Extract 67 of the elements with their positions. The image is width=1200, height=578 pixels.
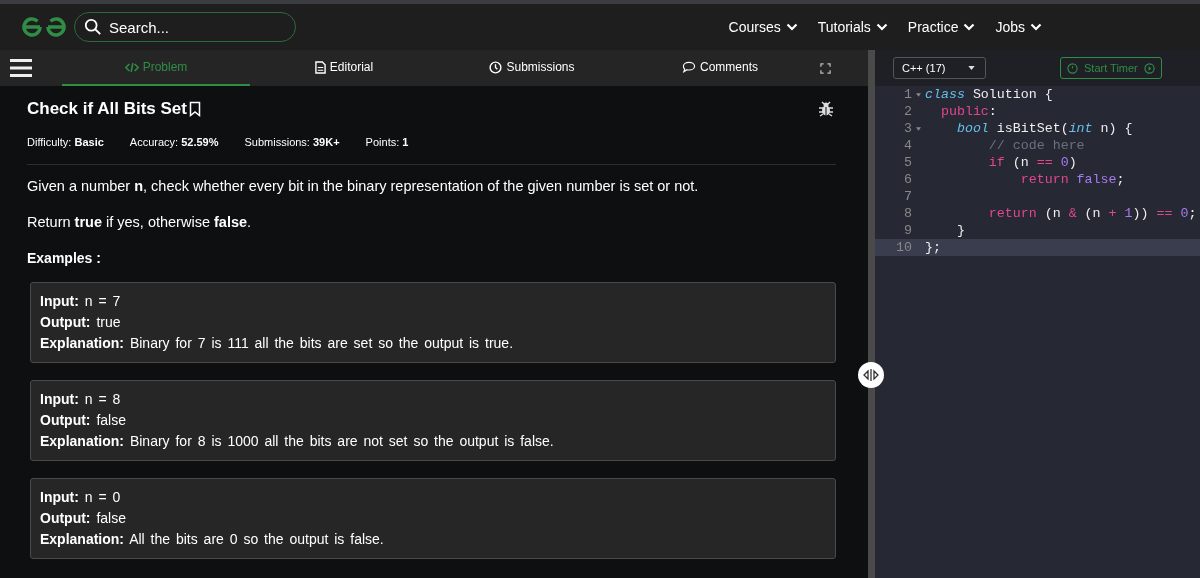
chevron-down-icon	[785, 23, 798, 31]
nav-link[interactable]: Tutorials	[817, 19, 888, 35]
code-line: return false;	[1019, 171, 1125, 188]
speech-bubble-icon	[682, 61, 696, 73]
tab[interactable]: Submissions	[438, 50, 626, 86]
play-icon	[1143, 62, 1155, 74]
clock-icon	[489, 60, 503, 74]
caret-icon	[968, 66, 975, 70]
document-icon	[314, 60, 326, 74]
example-line: Input: n = 0	[40, 488, 122, 507]
language-dropdown[interactable]: C++ (17)	[893, 57, 986, 79]
bookmark-icon[interactable]	[188, 101, 201, 117]
code-line: public:	[939, 103, 997, 120]
code-line: bool isBitSet(int n) {	[955, 120, 1133, 137]
code-icon	[124, 61, 139, 73]
meta-info: Difficulty: Basic	[27, 136, 104, 148]
problem-text: Return true if yes, otherwise false.	[27, 214, 253, 230]
line-number: 4	[904, 137, 912, 154]
code-line: class Solution {	[925, 86, 1053, 103]
line-number: 3	[904, 120, 912, 137]
bug-icon[interactable]	[818, 101, 834, 117]
code-line: }	[955, 222, 965, 239]
problem-title: Check if All Bits Set	[27, 99, 187, 119]
fold-arrow-icon[interactable]	[916, 126, 921, 131]
chevron-down-icon	[963, 23, 976, 31]
clock-icon	[1067, 62, 1078, 74]
line-number: 1	[904, 86, 912, 103]
start-timer-button[interactable]: Start Timer	[1060, 57, 1162, 79]
line-number: 5	[904, 154, 912, 171]
code-line: };	[925, 239, 941, 256]
chevron-down-icon	[875, 23, 888, 31]
line-number: 2	[904, 103, 912, 120]
examples-heading: Examples :	[27, 250, 102, 266]
logo-icon[interactable]	[22, 16, 66, 38]
example-line: Output: true	[40, 313, 122, 332]
fullscreen-icon[interactable]	[820, 62, 831, 74]
search-icon	[84, 18, 102, 36]
line-number: 9	[904, 222, 912, 239]
nav-link[interactable]: Jobs	[995, 19, 1042, 35]
meta-info: Accuracy: 52.59%	[129, 136, 219, 148]
tab[interactable]: Editorial	[250, 50, 438, 86]
menu-icon[interactable]	[10, 59, 32, 77]
line-number: 6	[904, 171, 912, 188]
example-line: Explanation: Binary for 8 is 1000 all the bits are not set so the output is false.	[40, 432, 555, 451]
example-line: Input: n = 8	[40, 390, 122, 409]
line-number: 10	[896, 239, 912, 256]
code-line: return (n & (n + 1)) == 0;	[987, 205, 1197, 222]
meta-info: Points: 1	[365, 136, 409, 148]
nav-link[interactable]: Practice	[907, 19, 976, 35]
meta-info: Submissions: 39K+	[244, 136, 340, 148]
code-line: // code here	[987, 137, 1085, 154]
tab[interactable]: Problem	[62, 50, 250, 86]
example-line: Output: false	[40, 509, 127, 528]
tab[interactable]: Comments	[626, 50, 814, 86]
fold-arrow-icon[interactable]	[916, 92, 921, 97]
example-line: Explanation: All the bits are 0 so the output is false.	[40, 530, 385, 549]
search-field[interactable]: Search...	[74, 12, 296, 42]
example-line: Input: n = 7	[40, 292, 122, 311]
example-line: Explanation: Binary for 7 is 111 all the bits are set so the output is true.	[40, 334, 515, 353]
code-line: if (n == 0)	[987, 154, 1077, 171]
chevron-down-icon	[1030, 23, 1042, 31]
problem-text: Given a number n, check whether every bit in the binary representation of the given number is set or not.	[27, 178, 700, 194]
resize-handle-icon[interactable]	[858, 362, 884, 388]
line-number: 7	[904, 188, 912, 205]
nav-link[interactable]: Courses	[728, 19, 798, 35]
line-number: 8	[904, 205, 912, 222]
example-line: Output: false	[40, 411, 127, 430]
